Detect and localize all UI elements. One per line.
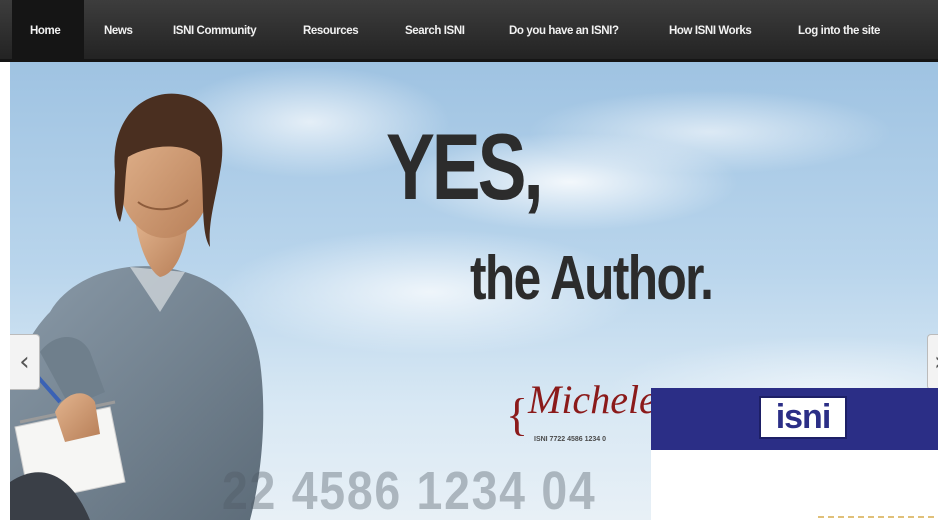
isni-overlay-panel: isni: [651, 388, 938, 520]
nav-item-home[interactable]: Home: [30, 0, 61, 62]
carousel-next-button[interactable]: ›: [927, 334, 938, 390]
background-isni-number: 22 4586 1234 04: [222, 461, 597, 520]
chevron-left-icon: ‹: [19, 347, 30, 377]
hero-headline: YES,: [386, 114, 544, 219]
nav-item-resources[interactable]: Resources: [303, 0, 359, 62]
decorative-dashes: [818, 516, 938, 518]
nav-item-isni-community[interactable]: ISNI Community: [173, 0, 257, 62]
isni-logo[interactable]: isni: [759, 396, 847, 439]
nav-item-search-isni[interactable]: Search ISNI: [405, 0, 465, 62]
nav-item-how-isni-works[interactable]: How ISNI Works: [669, 0, 752, 62]
carousel-prev-button[interactable]: ‹: [10, 334, 40, 390]
signature-brace: {: [506, 389, 529, 440]
author-signature: Michele: [528, 377, 657, 422]
nav-item-log-into-site[interactable]: Log into the site: [798, 0, 880, 62]
chevron-right-icon: ›: [934, 347, 938, 377]
nav-item-news[interactable]: News: [104, 0, 133, 62]
signature-isni-number: ISNI 7722 4586 1234 0: [534, 436, 607, 443]
nav-item-do-you-have-an-isni[interactable]: Do you have an ISNI?: [509, 0, 619, 62]
hero-subheadline: the Author.: [470, 244, 714, 313]
isni-header-bar: isni: [651, 388, 938, 450]
author-photo: [10, 93, 264, 520]
main-navigation: Home News ISNI Community Resources Searc…: [0, 0, 938, 62]
